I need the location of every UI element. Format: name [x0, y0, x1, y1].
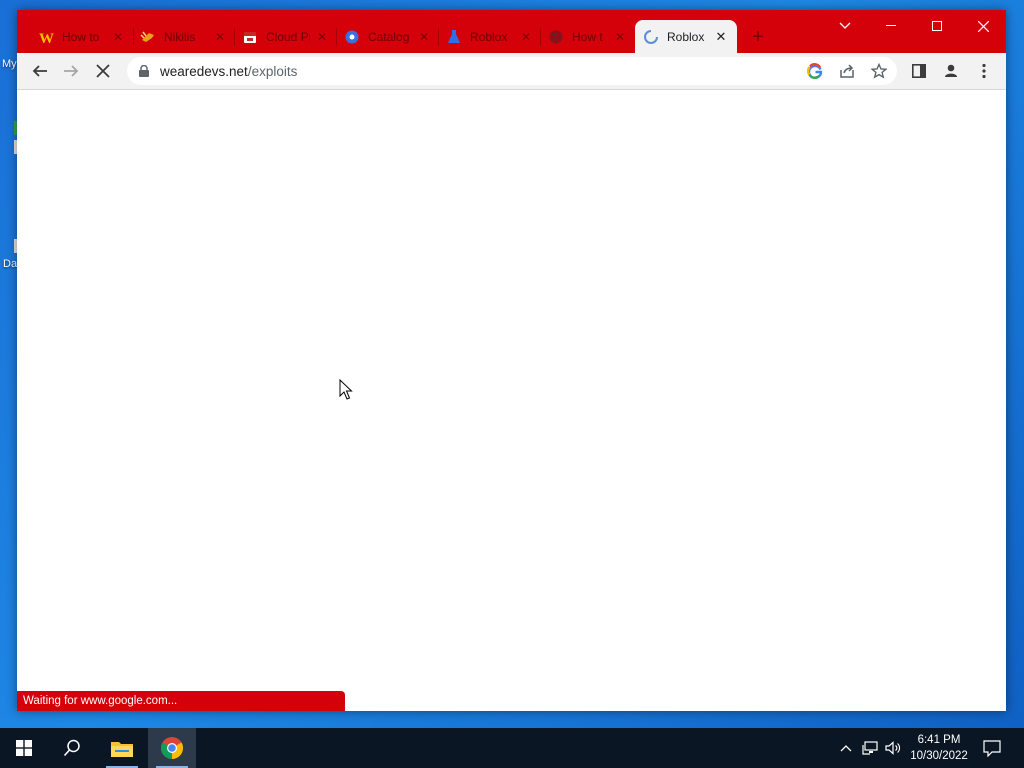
tab-5[interactable]: Roblox ✕ [438, 20, 542, 53]
close-tab-icon[interactable]: ✕ [612, 29, 628, 45]
winged-shoe-icon [140, 29, 156, 45]
browser-window: W How to ✕ Nikilis ✕ Cloud Pr ✕ Catalog … [17, 10, 1006, 711]
tab-2[interactable]: Nikilis ✕ [132, 20, 236, 53]
tab-strip: W How to ✕ Nikilis ✕ Cloud Pr ✕ Catalog … [17, 10, 1006, 53]
svg-text:W: W [39, 31, 54, 45]
tab-1[interactable]: W How to ✕ [30, 20, 134, 53]
tab-7-active[interactable]: Roblox ✕ [635, 20, 737, 53]
globe-icon [548, 29, 564, 45]
flask-icon [446, 29, 462, 45]
clock-date: 10/30/2022 [910, 750, 968, 762]
loading-spinner-icon [643, 29, 659, 45]
forward-arrow-icon[interactable] [59, 59, 83, 83]
w-logo-icon: W [38, 29, 54, 45]
tab-title: How to [62, 29, 100, 44]
bookmark-star-icon[interactable] [869, 61, 889, 81]
stop-loading-icon[interactable] [91, 59, 115, 83]
browser-toolbar: wearedevs.net/exploits [17, 53, 1006, 90]
close-tab-icon[interactable]: ✕ [518, 29, 534, 45]
minimize-icon[interactable] [868, 10, 914, 42]
google-lens-icon[interactable] [805, 61, 825, 81]
tab-title: How t [572, 29, 603, 44]
tab-3[interactable]: Cloud Pr ✕ [234, 20, 338, 53]
system-clock[interactable]: 6:41 PM 10/30/2022 [906, 732, 972, 764]
close-tab-icon[interactable]: ✕ [212, 29, 228, 45]
lock-icon[interactable] [139, 64, 149, 80]
tab-4[interactable]: Catalog ✕ [336, 20, 440, 53]
windows-start-icon[interactable] [0, 728, 48, 768]
share-icon[interactable] [837, 61, 857, 81]
mouse-pointer-icon [339, 378, 353, 404]
tab-6[interactable]: How t ✕ [540, 20, 636, 53]
back-arrow-icon[interactable] [28, 59, 52, 83]
volume-icon[interactable] [885, 740, 901, 756]
gear-star-icon [344, 29, 360, 45]
kebab-menu-icon[interactable] [972, 59, 996, 83]
close-tab-icon[interactable]: ✕ [314, 29, 330, 45]
page-content-area[interactable] [17, 90, 1006, 711]
tab-title: Cloud Pr [266, 29, 310, 44]
tab-title: Catalog [368, 29, 410, 44]
url-text: wearedevs.net/exploits [160, 64, 297, 79]
show-hidden-icons-chevron-icon[interactable] [838, 740, 854, 756]
close-window-icon[interactable] [960, 10, 1006, 42]
network-icon[interactable] [862, 740, 878, 756]
close-tab-icon[interactable]: ✕ [110, 29, 126, 45]
search-icon[interactable] [48, 728, 96, 768]
close-tab-icon[interactable]: ✕ [416, 29, 432, 45]
url-path: /exploits [247, 64, 298, 79]
clock-time: 6:41 PM [917, 734, 961, 746]
tab-title: Roblox [667, 29, 705, 44]
status-bubble: Waiting for www.google.com... [17, 691, 345, 711]
tab-title: Nikilis [164, 29, 196, 44]
desktop-icon-label[interactable]: Da [3, 258, 17, 270]
new-tab-plus-icon[interactable]: + [749, 27, 767, 47]
side-panel-icon[interactable] [907, 59, 931, 83]
url-host: wearedevs.net [160, 64, 248, 79]
chrome-taskbar-icon[interactable] [148, 728, 196, 768]
address-bar[interactable]: wearedevs.net/exploits [127, 57, 897, 85]
close-tab-icon[interactable]: ✕ [713, 29, 729, 45]
notifications-icon[interactable] [983, 739, 1001, 757]
red-box-icon [242, 29, 258, 45]
tab-search-chevron-icon[interactable] [822, 10, 868, 42]
desktop-icon-label[interactable]: My [2, 58, 17, 70]
profile-avatar-icon[interactable] [939, 59, 963, 83]
maximize-icon[interactable] [914, 10, 960, 42]
taskbar: 6:41 PM 10/30/2022 [0, 728, 1024, 768]
tab-title: Roblox [470, 29, 508, 44]
file-explorer-icon[interactable] [98, 728, 146, 768]
